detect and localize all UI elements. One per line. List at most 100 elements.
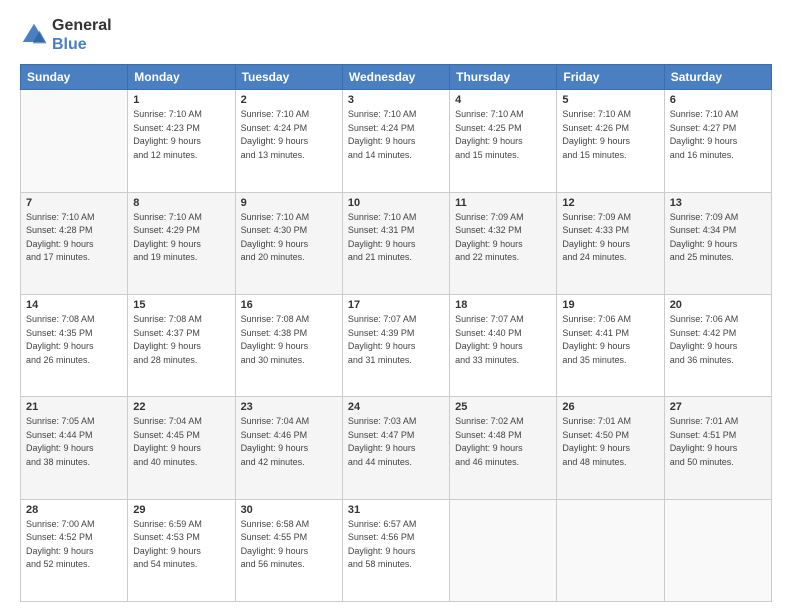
column-header-sunday: Sunday [21, 65, 128, 90]
day-number: 30 [241, 504, 337, 516]
calendar-cell: 30 Sunrise: 6:58 AM Sunset: 4:55 PM Dayli… [235, 499, 342, 601]
calendar-cell: 8 Sunrise: 7:10 AM Sunset: 4:29 PM Daylig… [128, 192, 235, 294]
day-number: 8 [133, 197, 229, 209]
column-header-monday: Monday [128, 65, 235, 90]
day-number: 27 [670, 401, 766, 413]
day-number: 4 [455, 94, 551, 106]
logo-text: General Blue [52, 16, 112, 54]
day-number: 31 [348, 504, 444, 516]
calendar-cell: 3 Sunrise: 7:10 AM Sunset: 4:24 PM Daylig… [342, 90, 449, 192]
day-number: 13 [670, 197, 766, 209]
day-info: Sunrise: 6:59 AM Sunset: 4:53 PM Dayligh… [133, 518, 229, 572]
day-number: 20 [670, 299, 766, 311]
day-number: 22 [133, 401, 229, 413]
calendar-cell: 29 Sunrise: 6:59 AM Sunset: 4:53 PM Dayli… [128, 499, 235, 601]
day-number: 12 [562, 197, 658, 209]
calendar-week-row: 7 Sunrise: 7:10 AM Sunset: 4:28 PM Daylig… [21, 192, 772, 294]
day-number: 3 [348, 94, 444, 106]
calendar-cell: 12Sunrise: 7:09 AM Sunset: 4:33 PM Dayli… [557, 192, 664, 294]
day-info: Sunrise: 7:06 AM Sunset: 4:41 PM Dayligh… [562, 313, 658, 367]
day-number: 28 [26, 504, 122, 516]
calendar-cell: 15Sunrise: 7:08 AM Sunset: 4:37 PM Dayli… [128, 295, 235, 397]
calendar-cell [557, 499, 664, 601]
day-number: 25 [455, 401, 551, 413]
column-header-thursday: Thursday [450, 65, 557, 90]
calendar-table: SundayMondayTuesdayWednesdayThursdayFrid… [20, 64, 772, 602]
day-number: 26 [562, 401, 658, 413]
day-number: 16 [241, 299, 337, 311]
day-number: 17 [348, 299, 444, 311]
column-header-friday: Friday [557, 65, 664, 90]
day-number: 9 [241, 197, 337, 209]
day-number: 21 [26, 401, 122, 413]
calendar-cell: 18Sunrise: 7:07 AM Sunset: 4:40 PM Dayli… [450, 295, 557, 397]
calendar-cell: 2Sunrise: 7:10 AM Sunset: 4:24 PM Daylig… [235, 90, 342, 192]
day-number: 14 [26, 299, 122, 311]
header: General Blue [20, 16, 772, 54]
day-number: 6 [670, 94, 766, 106]
calendar-cell: 4 Sunrise: 7:10 AM Sunset: 4:25 PM Daylig… [450, 90, 557, 192]
calendar-header-row: SundayMondayTuesdayWednesdayThursdayFrid… [21, 65, 772, 90]
day-info: Sunrise: 7:03 AM Sunset: 4:47 PM Dayligh… [348, 415, 444, 469]
day-info: Sunrise: 7:01 AM Sunset: 4:51 PM Dayligh… [670, 415, 766, 469]
day-info: Sunrise: 7:10 AM Sunset: 4:29 PM Dayligh… [133, 211, 229, 265]
calendar-cell: 25 Sunrise: 7:02 AM Sunset: 4:48 PM Dayli… [450, 397, 557, 499]
day-info: Sunrise: 7:10 AM Sunset: 4:31 PM Dayligh… [348, 211, 444, 265]
day-number: 24 [348, 401, 444, 413]
day-info: Sunrise: 7:10 AM Sunset: 4:30 PM Dayligh… [241, 211, 337, 265]
page: General Blue SundayMondayTuesdayWednesda… [0, 0, 792, 612]
column-header-saturday: Saturday [664, 65, 771, 90]
calendar-cell: 31 Sunrise: 6:57 AM Sunset: 4:56 PM Dayli… [342, 499, 449, 601]
day-info: Sunrise: 6:57 AM Sunset: 4:56 PM Dayligh… [348, 518, 444, 572]
calendar-cell [450, 499, 557, 601]
calendar-cell: 23Sunrise: 7:04 AM Sunset: 4:46 PM Dayli… [235, 397, 342, 499]
calendar-cell: 6 Sunrise: 7:10 AM Sunset: 4:27 PM Daylig… [664, 90, 771, 192]
day-info: Sunrise: 7:10 AM Sunset: 4:25 PM Dayligh… [455, 108, 551, 162]
day-info: Sunrise: 7:05 AM Sunset: 4:44 PM Dayligh… [26, 415, 122, 469]
calendar-week-row: 14 Sunrise: 7:08 AM Sunset: 4:35 PM Dayli… [21, 295, 772, 397]
column-header-wednesday: Wednesday [342, 65, 449, 90]
calendar-cell: 1Sunrise: 7:10 AM Sunset: 4:23 PM Daylig… [128, 90, 235, 192]
calendar-cell: 26 Sunrise: 7:01 AM Sunset: 4:50 PM Dayli… [557, 397, 664, 499]
day-number: 1 [133, 94, 229, 106]
calendar-cell: 13 Sunrise: 7:09 AM Sunset: 4:34 PM Dayli… [664, 192, 771, 294]
day-info: Sunrise: 7:08 AM Sunset: 4:38 PM Dayligh… [241, 313, 337, 367]
day-info: Sunrise: 7:10 AM Sunset: 4:27 PM Dayligh… [670, 108, 766, 162]
day-info: Sunrise: 7:10 AM Sunset: 4:26 PM Dayligh… [562, 108, 658, 162]
day-number: 18 [455, 299, 551, 311]
calendar-cell: 22 Sunrise: 7:04 AM Sunset: 4:45 PM Dayli… [128, 397, 235, 499]
day-info: Sunrise: 7:04 AM Sunset: 4:45 PM Dayligh… [133, 415, 229, 469]
day-number: 7 [26, 197, 122, 209]
day-info: Sunrise: 7:00 AM Sunset: 4:52 PM Dayligh… [26, 518, 122, 572]
day-info: Sunrise: 7:02 AM Sunset: 4:48 PM Dayligh… [455, 415, 551, 469]
day-info: Sunrise: 7:08 AM Sunset: 4:37 PM Dayligh… [133, 313, 229, 367]
calendar-cell: 19Sunrise: 7:06 AM Sunset: 4:41 PM Dayli… [557, 295, 664, 397]
calendar-week-row: 1Sunrise: 7:10 AM Sunset: 4:23 PM Daylig… [21, 90, 772, 192]
calendar-cell: 27 Sunrise: 7:01 AM Sunset: 4:51 PM Dayli… [664, 397, 771, 499]
day-info: Sunrise: 7:08 AM Sunset: 4:35 PM Dayligh… [26, 313, 122, 367]
day-number: 29 [133, 504, 229, 516]
calendar-week-row: 28 Sunrise: 7:00 AM Sunset: 4:52 PM Dayli… [21, 499, 772, 601]
calendar-cell: 28 Sunrise: 7:00 AM Sunset: 4:52 PM Dayli… [21, 499, 128, 601]
calendar-cell: 11Sunrise: 7:09 AM Sunset: 4:32 PM Dayli… [450, 192, 557, 294]
day-info: Sunrise: 7:07 AM Sunset: 4:39 PM Dayligh… [348, 313, 444, 367]
day-info: Sunrise: 7:01 AM Sunset: 4:50 PM Dayligh… [562, 415, 658, 469]
logo: General Blue [20, 16, 112, 54]
calendar-cell [21, 90, 128, 192]
day-info: Sunrise: 7:10 AM Sunset: 4:24 PM Dayligh… [348, 108, 444, 162]
column-header-tuesday: Tuesday [235, 65, 342, 90]
day-info: Sunrise: 7:06 AM Sunset: 4:42 PM Dayligh… [670, 313, 766, 367]
calendar-week-row: 21 Sunrise: 7:05 AM Sunset: 4:44 PM Dayli… [21, 397, 772, 499]
day-info: Sunrise: 7:09 AM Sunset: 4:34 PM Dayligh… [670, 211, 766, 265]
calendar-cell: 7 Sunrise: 7:10 AM Sunset: 4:28 PM Daylig… [21, 192, 128, 294]
calendar-cell: 9 Sunrise: 7:10 AM Sunset: 4:30 PM Daylig… [235, 192, 342, 294]
calendar-cell: 10Sunrise: 7:10 AM Sunset: 4:31 PM Dayli… [342, 192, 449, 294]
day-number: 23 [241, 401, 337, 413]
logo-icon [20, 21, 48, 49]
calendar-cell: 24 Sunrise: 7:03 AM Sunset: 4:47 PM Dayli… [342, 397, 449, 499]
day-number: 11 [455, 197, 551, 209]
day-info: Sunrise: 7:10 AM Sunset: 4:28 PM Dayligh… [26, 211, 122, 265]
day-number: 5 [562, 94, 658, 106]
day-info: Sunrise: 6:58 AM Sunset: 4:55 PM Dayligh… [241, 518, 337, 572]
calendar-cell: 20 Sunrise: 7:06 AM Sunset: 4:42 PM Dayli… [664, 295, 771, 397]
